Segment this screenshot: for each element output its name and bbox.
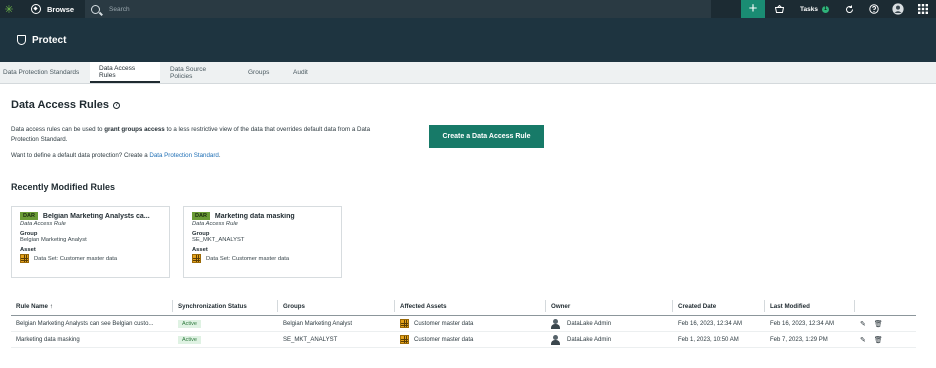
col-owner[interactable]: Owner [546,300,673,312]
data-protection-standard-link[interactable]: Data Protection Standard [149,152,218,159]
card-rule-kind: Data Access Rule [20,221,66,227]
table-header-row: Rule Name ↑ Synchronization Status Group… [11,297,916,316]
status-badge: Active [178,319,201,328]
row-group: SE_MKT_ANALYST [283,336,338,343]
card-asset-value: Data Set: Customer master data [206,255,290,262]
tab-data-protection-standards[interactable]: Data Protection Standards [0,62,90,83]
page-title-text: Data Access Rules [11,99,110,111]
data-set-icon [20,254,29,263]
col-last-modified[interactable]: Last Modified [765,300,855,312]
desc-text-1: Data access rules can be used to [11,126,105,133]
card-rule-name[interactable]: Marketing data masking [215,213,295,220]
row-owner-cell: DataLake Admin [546,316,673,331]
row-created: Feb 1, 2023, 10:50 AM [678,336,739,343]
browse-button[interactable]: Browse [31,0,84,18]
row-modified: Feb 16, 2023, 12:34 AM [770,320,835,327]
row-modified: Feb 7, 2023, 1:29 PM [770,336,828,343]
edit-pencil-icon[interactable]: ✎ [860,336,866,344]
row-actions: ✎ 🗑 [855,332,916,347]
app-logo-icon[interactable]: ✳ [0,0,18,18]
sort-asc-icon: ↑ [49,302,53,310]
recent-rule-card[interactable]: DAR Marketing data masking Data Access R… [183,206,342,278]
data-set-icon [192,254,201,263]
page-title: Data Access Rules ? [11,99,121,111]
edit-pencil-icon[interactable]: ✎ [860,320,866,328]
app-header: Protect [0,18,936,62]
shield-icon [17,35,26,45]
tab-data-source-policies[interactable]: Data Source Policies [160,62,240,83]
row-actions: ✎ 🗑 [855,316,916,331]
recently-modified-title: Recently Modified Rules [11,182,116,192]
card-asset-label: Asset [192,247,208,253]
row-created: Feb 16, 2023, 12:34 AM [678,320,743,327]
row-rule-name[interactable]: Marketing data masking [11,332,173,347]
col-groups[interactable]: Groups [278,300,395,312]
col-affected-assets[interactable]: Affected Assets [395,300,546,312]
status-badge: Active [178,335,201,344]
card-rule-name[interactable]: Belgian Marketing Analysts ca... [43,213,150,220]
col-rule-name-label: Rule Name [16,302,48,310]
global-topbar: ✳ Browse Search + Tasks 1 [0,0,936,18]
row-status-cell: Active [173,316,278,331]
help-circle-icon[interactable]: ? [113,101,121,109]
tasks-count-badge: 1 [821,5,829,13]
tab-groups[interactable]: Groups [240,62,284,83]
row-asset[interactable]: Customer master data [414,337,473,343]
desc2-end: . [218,152,221,159]
card-group-value: SE_MKT_ANALYST [192,237,245,243]
card-group-value: Belgian Marketing Analyst [20,237,87,243]
help-icon[interactable] [867,0,881,18]
recent-rule-card[interactable]: DAR Belgian Marketing Analysts ca... Dat… [11,206,170,278]
search-placeholder: Search [109,5,130,13]
table-row[interactable]: Marketing data masking Active SE_MKT_ANA… [11,332,916,348]
desc-bold: grant groups access [104,126,165,133]
tab-data-access-rules[interactable]: Data Access Rules [90,62,160,83]
col-sync-status[interactable]: Synchronization Status [173,300,278,312]
col-rule-name[interactable]: Rule Name ↑ [11,300,173,312]
col-created-date[interactable]: Created Date [673,300,765,312]
row-owner: DataLake Admin [567,320,612,327]
row-asset-cell: Customer master data [395,332,546,347]
card-asset-label: Asset [20,247,36,253]
dar-tag: DAR [20,212,38,220]
rules-table: Rule Name ↑ Synchronization Status Group… [11,297,916,348]
card-asset-value: Data Set: Customer master data [34,255,118,262]
row-asset-cell: Customer master data [395,316,546,331]
page-description-2: Want to define a default data protection… [11,152,221,159]
card-rule-kind: Data Access Rule [192,221,238,227]
row-owner: DataLake Admin [567,336,612,343]
user-icon [551,334,560,345]
app-title: Protect [32,34,67,46]
row-asset[interactable]: Customer master data [414,321,473,327]
browse-label: Browse [47,4,75,14]
page-description: Data access rules can be used to grant g… [11,125,391,145]
delete-trash-icon[interactable]: 🗑 [874,320,883,328]
create-data-access-rule-button[interactable]: Create a Data Access Rule [429,125,544,148]
sync-icon[interactable] [842,0,856,18]
compass-icon [31,4,41,14]
search-input[interactable]: Search [85,0,711,18]
data-set-icon [400,335,409,344]
tab-audit[interactable]: Audit [284,62,324,83]
add-button[interactable]: + [741,0,765,18]
user-icon [551,318,560,329]
basket-icon[interactable] [772,0,786,18]
tab-bar: Data Protection Standards Data Access Ru… [0,62,936,84]
user-avatar-icon[interactable] [890,0,906,18]
delete-trash-icon[interactable]: 🗑 [874,336,883,344]
tasks-label: Tasks [800,5,818,13]
app-switcher-icon[interactable] [915,0,931,18]
row-rule-name[interactable]: Belgian Marketing Analysts can see Belgi… [11,316,173,331]
search-icon [91,4,100,14]
row-group: Belgian Marketing Analyst [283,320,353,327]
desc2-text: Want to define a default data protection… [11,152,150,159]
row-owner-cell: DataLake Admin [546,332,673,347]
col-actions [855,300,916,312]
data-set-icon [400,319,409,328]
row-status-cell: Active [173,332,278,347]
tasks-button[interactable]: Tasks 1 [800,0,829,18]
table-row[interactable]: Belgian Marketing Analysts can see Belgi… [11,316,916,332]
dar-tag: DAR [192,212,210,220]
